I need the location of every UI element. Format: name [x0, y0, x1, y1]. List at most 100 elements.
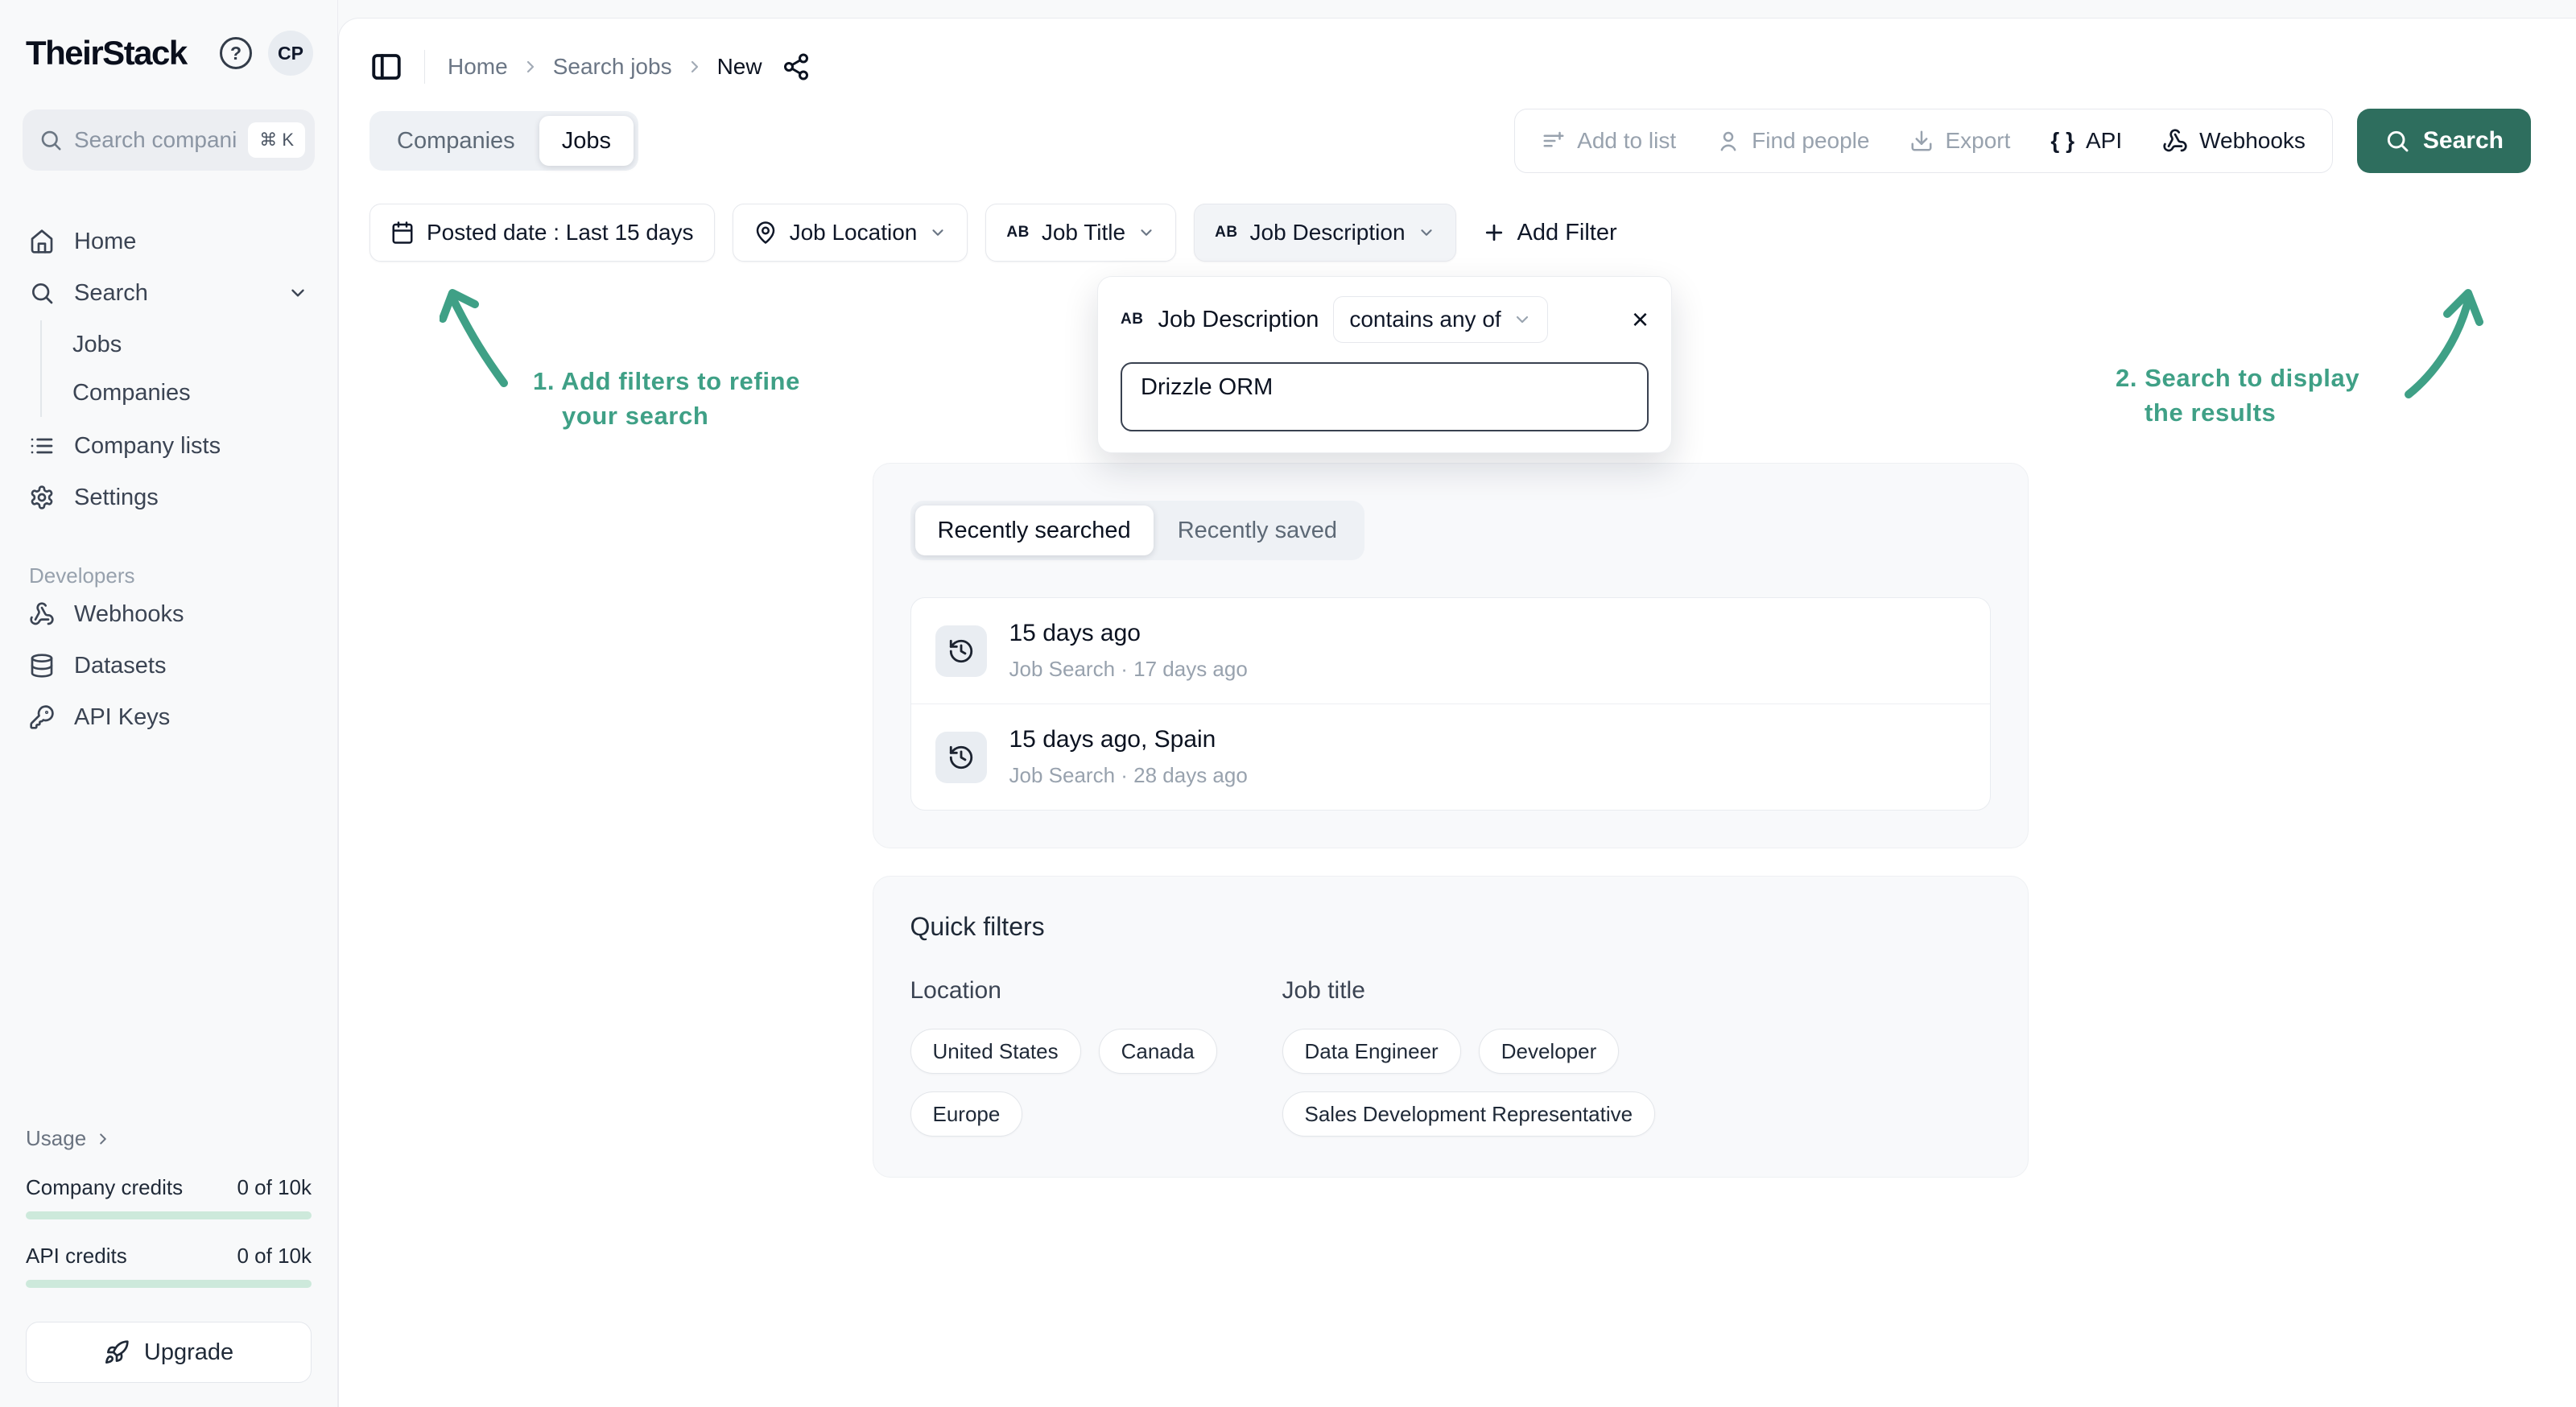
usage-block: Usage Company credits 0 of 10k API credi… — [23, 1126, 315, 1383]
sidebar-item-company-lists[interactable]: Company lists — [23, 420, 315, 472]
share-icon[interactable] — [782, 52, 811, 81]
add-to-list-button[interactable]: Add to list — [1521, 128, 1696, 154]
job-title-chips: Data Engineer Developer Sales Developmen… — [1282, 1029, 1894, 1137]
annotation-step2: 2. Search to display the results — [2116, 361, 2359, 430]
sidebar-search-subgroup: Jobs Companies — [40, 320, 315, 417]
list-item-title: 15 days ago, Spain — [1009, 726, 1248, 753]
search-button[interactable]: Search — [2357, 109, 2531, 173]
sidebar-nav: Home Search Jobs Companies Company lists… — [23, 216, 315, 743]
sidebar-item-label: Webhooks — [74, 601, 184, 628]
annotation-step2-line1: 2. Search to display — [2116, 364, 2359, 392]
history-icon — [947, 637, 975, 665]
export-button[interactable]: Export — [1889, 128, 2030, 154]
tab-jobs[interactable]: Jobs — [539, 116, 634, 166]
list-item-text: 15 days ago Job Search · 17 days ago — [1009, 620, 1248, 682]
breadcrumb-search-jobs[interactable]: Search jobs — [553, 54, 672, 80]
upgrade-button[interactable]: Upgrade — [26, 1322, 312, 1383]
breadcrumb-current: New — [717, 54, 762, 80]
recent-card: Recently searched Recently saved 15 days… — [873, 463, 2029, 848]
company-credits-row: Company credits 0 of 10k — [26, 1175, 312, 1200]
sidebar-item-datasets[interactable]: Datasets — [23, 640, 315, 691]
list-item[interactable]: 15 days ago, Spain Job Search · 28 days … — [911, 704, 1990, 810]
chevron-right-icon — [521, 57, 540, 76]
map-pin-icon — [753, 221, 778, 245]
usage-label: Usage — [26, 1126, 86, 1151]
app-logo: TheirStack — [26, 34, 187, 72]
key-icon — [29, 704, 55, 730]
chevron-down-icon — [929, 224, 947, 241]
chip-canada[interactable]: Canada — [1099, 1029, 1217, 1074]
filter-job-title[interactable]: AB Job Title — [985, 204, 1176, 262]
quick-filter-groups: Location United States Canada Europe Job… — [910, 977, 1991, 1137]
company-credits-progressbar — [26, 1211, 312, 1219]
job-description-value-input[interactable] — [1121, 362, 1649, 431]
find-people-button[interactable]: Find people — [1696, 128, 1889, 154]
sidebar-item-companies[interactable]: Companies — [72, 369, 315, 417]
braces-icon: { } — [2050, 128, 2074, 154]
api-credits-value: 0 of 10k — [237, 1244, 312, 1269]
chip-sales-development-representative[interactable]: Sales Development Representative — [1282, 1091, 1656, 1137]
sidebar-item-search[interactable]: Search — [23, 267, 315, 319]
close-icon[interactable]: × — [1632, 305, 1649, 334]
annotation-step1: 1. Add filters to refine your search — [533, 364, 800, 433]
tab-recently-saved[interactable]: Recently saved — [1155, 505, 1360, 555]
filter-job-location[interactable]: Job Location — [733, 204, 968, 262]
filter-job-description-label: Job Description — [1250, 220, 1406, 246]
add-filter-button[interactable]: Add Filter — [1482, 220, 1617, 246]
company-credits-label: Company credits — [26, 1175, 183, 1200]
usage-link[interactable]: Usage — [26, 1126, 312, 1151]
tab-companies[interactable]: Companies — [374, 116, 538, 166]
search-icon — [29, 280, 55, 306]
search-button-label: Search — [2423, 127, 2504, 155]
sidebar-item-api-keys[interactable]: API Keys — [23, 691, 315, 743]
download-icon — [1909, 129, 1934, 153]
sidebar-item-jobs[interactable]: Jobs — [72, 320, 315, 369]
chevron-right-icon — [94, 1130, 112, 1148]
quick-filters-title: Quick filters — [910, 912, 1991, 942]
home-icon — [29, 229, 55, 254]
filter-job-description[interactable]: AB Job Description — [1194, 204, 1455, 262]
webhooks-button[interactable]: Webhooks — [2142, 128, 2326, 154]
chip-united-states[interactable]: United States — [910, 1029, 1081, 1074]
breadcrumb-home[interactable]: Home — [448, 54, 508, 80]
list-item-subtitle: Job Search · 28 days ago — [1009, 763, 1248, 788]
list-item-title: 15 days ago — [1009, 620, 1248, 647]
sidebar-toggle-icon[interactable] — [369, 50, 403, 84]
app-root: TheirStack ? CP ⌘ K Home Search Jobs — [0, 0, 2576, 1407]
company-search-box[interactable]: ⌘ K — [23, 109, 315, 171]
history-icon-tile — [935, 625, 987, 677]
operator-value: contains any of — [1349, 307, 1501, 332]
user-icon — [1716, 129, 1740, 153]
quick-filters-card: Quick filters Location United States Can… — [873, 876, 2029, 1178]
toolbar-row: Companies Jobs Add to list Find people — [369, 109, 2531, 173]
api-button[interactable]: { } API — [2030, 128, 2142, 154]
plus-icon — [1482, 221, 1506, 245]
api-credits-label: API credits — [26, 1244, 127, 1269]
sidebar-item-home[interactable]: Home — [23, 216, 315, 267]
sidebar-item-settings[interactable]: Settings — [23, 472, 315, 523]
content-cards: Recently searched Recently saved 15 days… — [873, 463, 2029, 1178]
chip-europe[interactable]: Europe — [910, 1091, 1023, 1137]
annotation-step1-line2: your search — [562, 398, 800, 433]
annotation-arrow-up-right — [2401, 283, 2484, 401]
list-item[interactable]: 15 days ago Job Search · 17 days ago — [911, 598, 1990, 704]
main-panel: Home Search jobs New Companies Jobs Add … — [338, 18, 2576, 1407]
chip-data-engineer[interactable]: Data Engineer — [1282, 1029, 1461, 1074]
tab-recently-searched[interactable]: Recently searched — [915, 505, 1154, 555]
toolbar-actions: Add to list Find people Export { } A — [1514, 109, 2531, 173]
company-search-input[interactable] — [74, 127, 237, 153]
operator-select[interactable]: contains any of — [1333, 296, 1547, 343]
database-icon — [29, 653, 55, 679]
chip-developer[interactable]: Developer — [1479, 1029, 1620, 1074]
find-people-label: Find people — [1752, 128, 1869, 154]
filter-posted-date[interactable]: Posted date : Last 15 days — [369, 204, 715, 262]
avatar[interactable]: CP — [268, 31, 313, 76]
help-icon[interactable]: ? — [220, 37, 252, 69]
main-column: Home Search jobs New Companies Jobs Add … — [338, 0, 2576, 1407]
recent-tabs: Recently searched Recently saved — [910, 501, 1364, 560]
sidebar-item-webhooks[interactable]: Webhooks — [23, 588, 315, 640]
brand-row: TheirStack ? CP — [23, 27, 315, 76]
filter-job-location-label: Job Location — [790, 220, 918, 246]
search-icon — [39, 128, 63, 152]
location-chips: United States Canada Europe — [910, 1029, 1282, 1137]
